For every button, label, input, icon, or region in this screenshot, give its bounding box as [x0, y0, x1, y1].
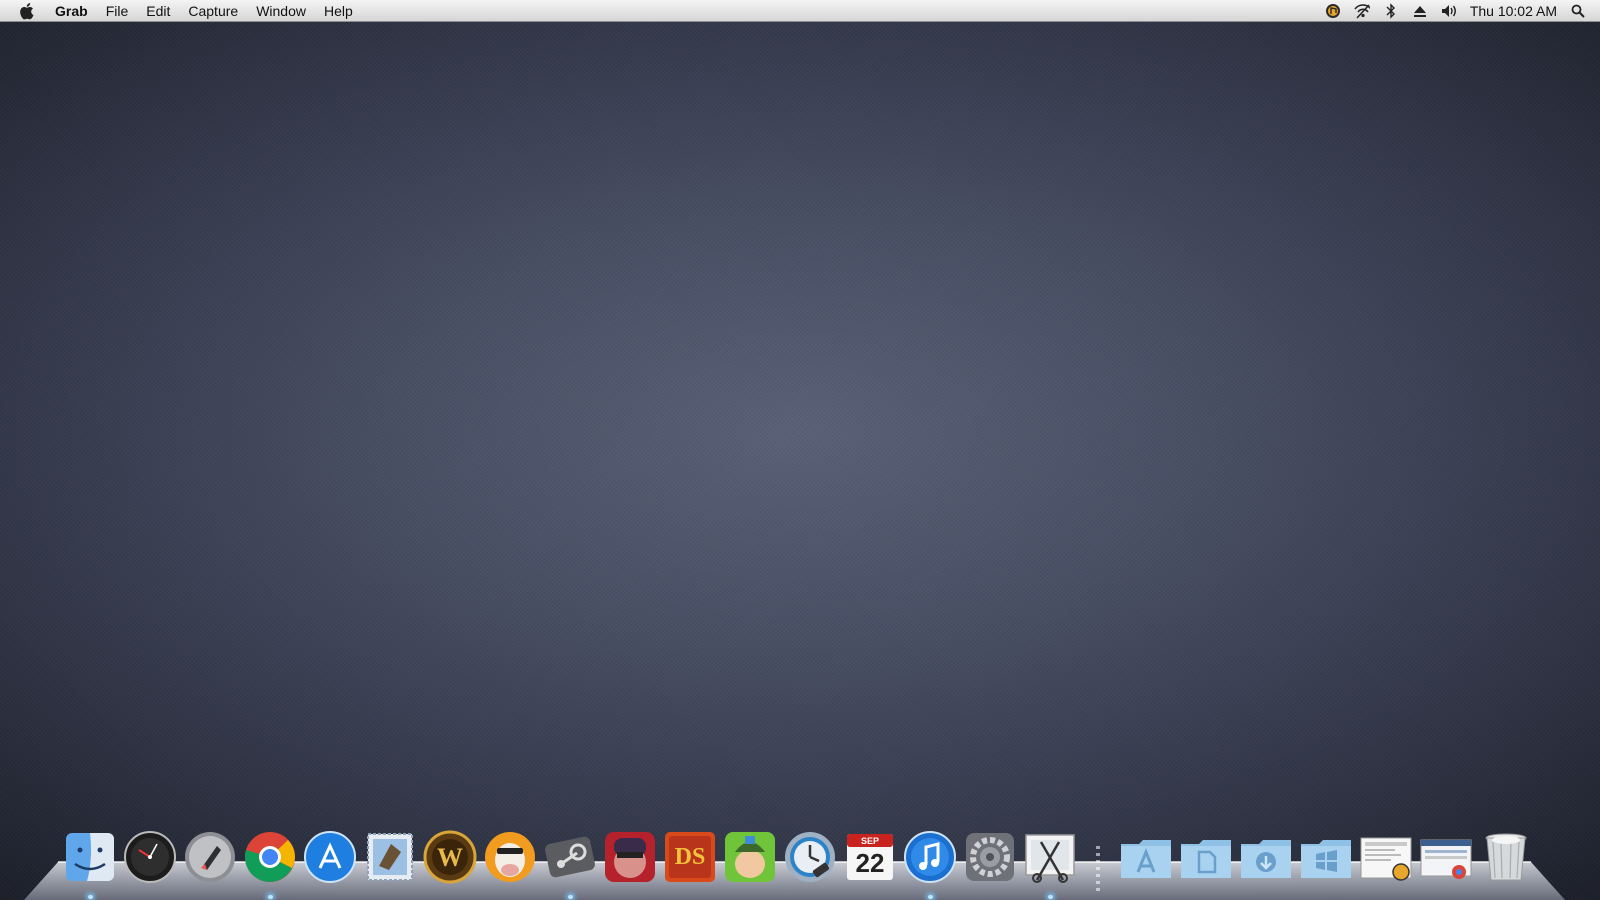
bluetooth-icon[interactable]: [1383, 2, 1399, 19]
time-machine-icon[interactable]: [783, 830, 837, 884]
system-preferences-icon[interactable]: [963, 830, 1017, 884]
calendar-day: 22: [855, 848, 885, 878]
dashboard-icon[interactable]: [123, 830, 177, 884]
volume-icon[interactable]: [1441, 3, 1457, 19]
documents-folder-icon[interactable]: [1179, 830, 1233, 884]
audio-app-icon[interactable]: [1325, 3, 1341, 19]
svg-text:W: W: [437, 843, 463, 872]
menu-bar: Grab File Edit Capture Window Help Thu 1…: [0, 0, 1600, 22]
applications-folder-icon[interactable]: [1119, 830, 1173, 884]
running-indicator: [568, 895, 573, 899]
menu-edit[interactable]: Edit: [137, 0, 179, 22]
menu-help[interactable]: Help: [315, 0, 362, 22]
itunes-icon[interactable]: [903, 830, 957, 899]
svg-text:DS: DS: [675, 844, 706, 870]
eject-icon[interactable]: [1412, 3, 1428, 19]
world-of-warcraft-icon[interactable]: W: [423, 830, 477, 884]
chrome-icon[interactable]: [243, 830, 297, 899]
desktop-wallpaper: [0, 0, 1600, 900]
cow-game-icon[interactable]: [483, 830, 537, 884]
ds-game-icon[interactable]: DS: [663, 830, 717, 884]
running-indicator: [928, 895, 933, 899]
stack-file-1-icon[interactable]: [1359, 830, 1413, 884]
running-indicator: [268, 895, 273, 899]
trash-icon[interactable]: [1479, 830, 1533, 884]
mail-icon[interactable]: [363, 830, 417, 884]
dock-separator[interactable]: [1096, 846, 1100, 892]
dock: W DS SEP 22: [60, 830, 1536, 899]
app-menu-grab[interactable]: Grab: [46, 0, 97, 22]
app-store-icon[interactable]: [303, 830, 357, 884]
menu-capture[interactable]: Capture: [179, 0, 247, 22]
spotlight-search-icon[interactable]: [1570, 3, 1586, 19]
running-indicator: [1048, 895, 1053, 899]
windows-folder-icon[interactable]: [1299, 830, 1353, 884]
calendar-month: SEP: [860, 836, 879, 846]
steam-icon[interactable]: [543, 830, 597, 899]
soldier-game-icon[interactable]: [723, 830, 777, 884]
menu-clock[interactable]: Thu 10:02 AM: [1470, 3, 1557, 19]
running-indicator: [88, 895, 93, 899]
finder-icon[interactable]: [63, 830, 117, 899]
wifi-icon[interactable]: [1354, 3, 1370, 19]
launchpad-icon[interactable]: [183, 830, 237, 884]
downloads-folder-icon[interactable]: [1239, 830, 1293, 884]
apple-menu-icon[interactable]: [18, 2, 36, 20]
menu-file[interactable]: File: [97, 0, 138, 22]
menu-window[interactable]: Window: [247, 0, 315, 22]
stack-file-2-icon[interactable]: [1419, 830, 1473, 884]
grab-icon[interactable]: [1023, 830, 1077, 899]
hacker-game-icon[interactable]: [603, 830, 657, 884]
calendar-icon[interactable]: SEP 22: [843, 830, 897, 884]
